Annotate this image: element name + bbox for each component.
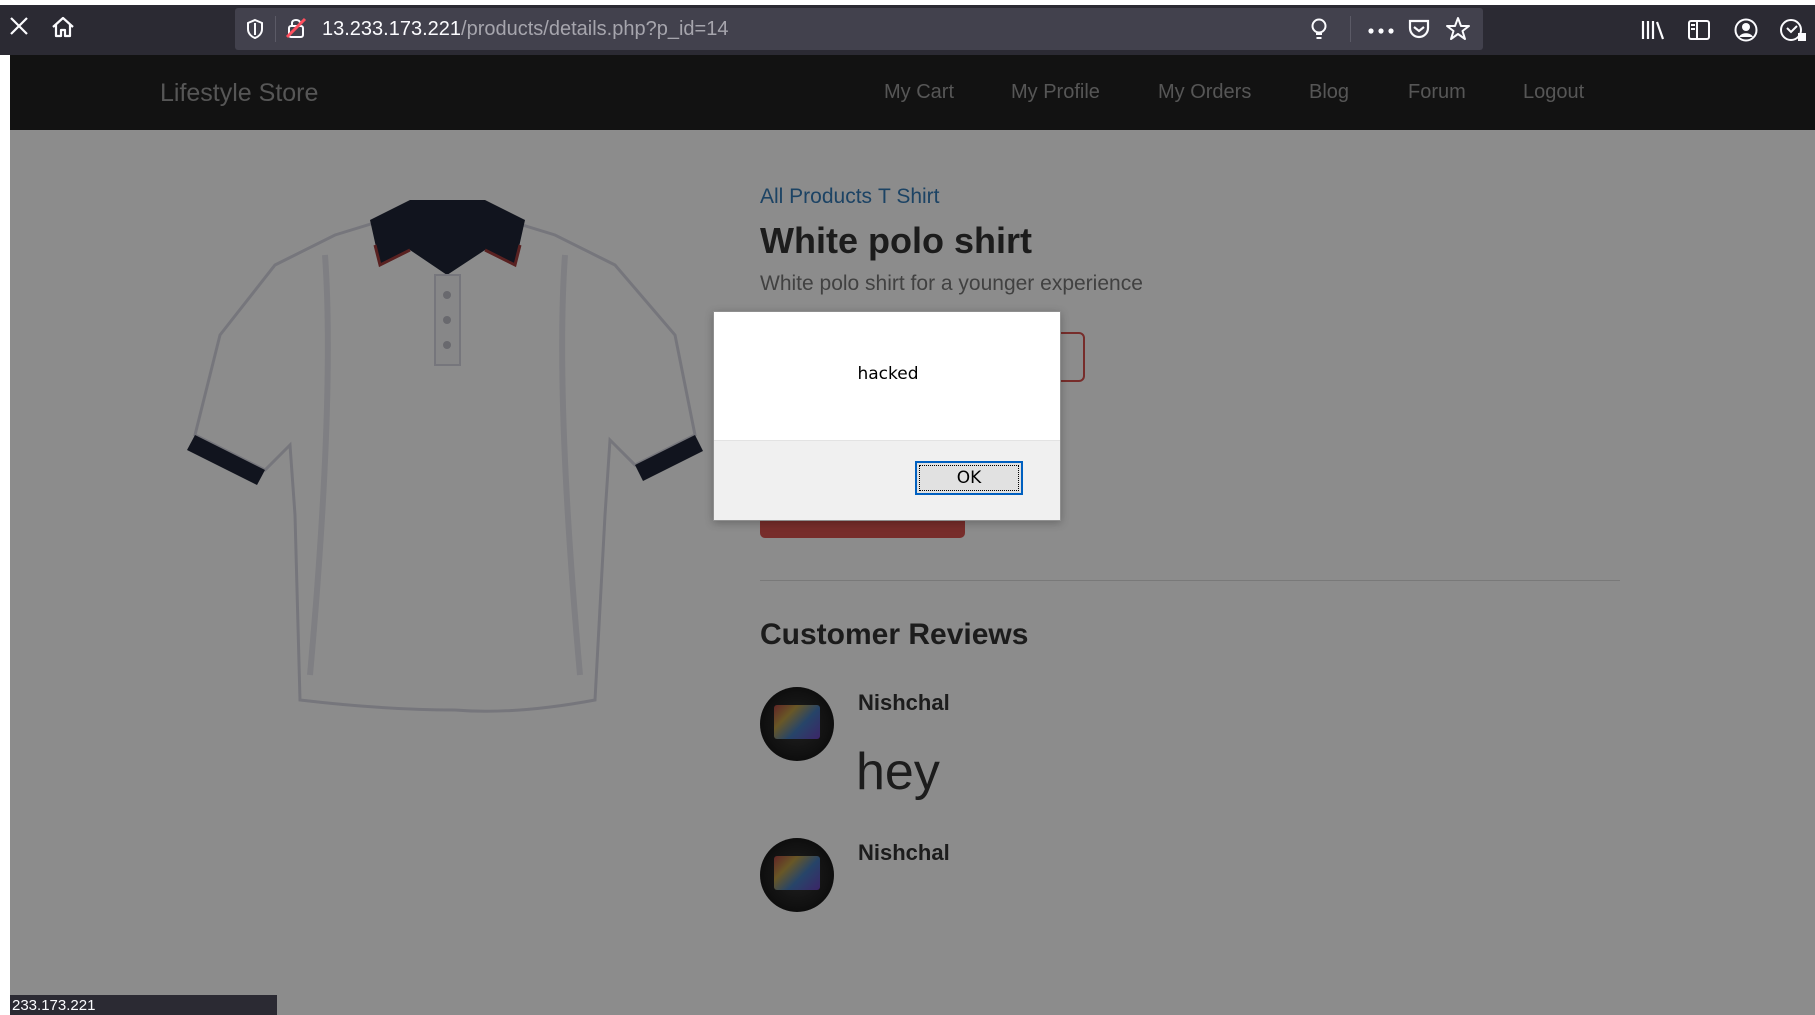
more-actions-icon[interactable] [1367,27,1395,35]
url-host: 13.233.173.221 [322,18,462,40]
url-separator [1350,16,1351,42]
url-text[interactable]: 13.233.173.221/products/details.php?p_id… [322,18,728,41]
pocket-icon[interactable] [1407,17,1431,41]
browser-toolbar: 13.233.173.221/products/details.php?p_id… [0,0,1815,55]
library-icon[interactable] [1640,18,1666,42]
home-icon[interactable] [50,14,76,40]
alert-message: hacked [857,364,919,384]
shield-icon[interactable] [245,18,265,40]
ok-button[interactable]: OK [915,461,1023,495]
sidebar-icon[interactable] [1687,18,1711,42]
alert-dialog: hacked OK [713,311,1061,521]
url-path: /products/details.php?p_id=14 [461,18,729,40]
account-icon[interactable] [1733,17,1759,43]
alert-footer: OK [714,440,1060,520]
extension-icon[interactable] [1778,17,1808,43]
modal-overlay [10,55,1815,1015]
insecure-connection-icon[interactable] [285,17,307,39]
url-separator [275,16,276,42]
status-bar: 233.173.221 [10,995,277,1015]
close-icon[interactable] [8,15,30,37]
lightbulb-icon[interactable] [1308,17,1330,41]
url-bar[interactable]: 13.233.173.221/products/details.php?p_id… [235,8,1483,50]
bookmark-star-icon[interactable] [1445,16,1471,42]
